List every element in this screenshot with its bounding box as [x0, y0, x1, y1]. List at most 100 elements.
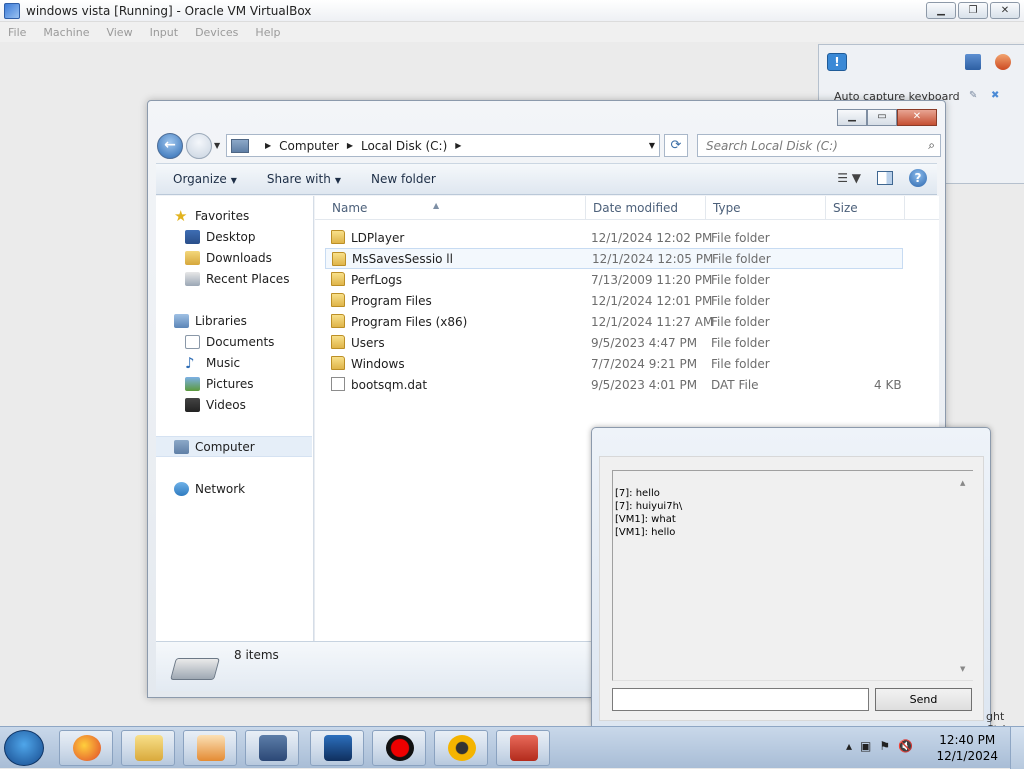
- explorer-minimize-button[interactable]: ▁: [837, 109, 867, 126]
- file-row[interactable]: PerfLogs 7/13/2009 11:20 PM File folder: [325, 269, 903, 290]
- recent-pages-dropdown-icon[interactable]: ▼: [214, 141, 220, 150]
- vbox-titlebar: windows vista [Running] - Oracle VM Virt…: [0, 0, 1024, 22]
- nav-favorites[interactable]: ★ Favorites: [174, 205, 330, 226]
- toolbox-icon: [510, 735, 538, 761]
- file-name: MsSavesSessio ll: [352, 251, 453, 266]
- file-row[interactable]: Program Files 12/1/2024 12:01 PM File fold…: [325, 290, 903, 311]
- taskbar-media-player[interactable]: [183, 730, 237, 766]
- menu-machine[interactable]: Machine: [43, 26, 89, 39]
- chat-message-input[interactable]: [612, 688, 869, 711]
- taskbar-vista-vm[interactable]: [310, 730, 364, 766]
- menu-devices[interactable]: Devices: [195, 26, 238, 39]
- breadcrumb-computer[interactable]: Computer: [279, 139, 339, 153]
- breadcrumb-local-disk[interactable]: Local Disk (C:): [361, 139, 447, 153]
- file-date-modified: 9/5/2023 4:01 PM: [591, 377, 698, 392]
- help-icon[interactable]: ?: [909, 169, 927, 187]
- system-tray[interactable]: ▴▣⚑🔇: [846, 739, 921, 753]
- downloads-icon: [185, 250, 200, 265]
- search-input[interactable]: Search Local Disk (C:) ⌕: [697, 134, 941, 157]
- file-row[interactable]: MsSavesSessio ll 12/1/2024 12:05 PM File f…: [325, 248, 903, 269]
- computer-icon: [174, 439, 189, 454]
- nav-computer[interactable]: Computer: [156, 436, 312, 457]
- file-row[interactable]: Users 9/5/2023 4:47 PM File folder: [325, 332, 903, 353]
- videos-icon: [185, 397, 200, 412]
- chevron-right-icon[interactable]: ▶: [455, 141, 461, 150]
- column-headers: ▲ Name Date modified Type Size: [315, 196, 939, 220]
- menu-file[interactable]: File: [8, 26, 26, 39]
- star-icon: ★: [174, 206, 188, 225]
- address-dropdown-icon[interactable]: ▼: [649, 141, 655, 150]
- file-name: bootsqm.dat: [351, 377, 428, 392]
- file-type: File folder: [711, 335, 770, 350]
- nav-libraries[interactable]: Libraries: [174, 310, 330, 331]
- taskbar-recorder[interactable]: [372, 730, 426, 766]
- taskbar-explorer[interactable]: [121, 730, 175, 766]
- menu-help[interactable]: Help: [255, 26, 280, 39]
- file-date-modified: 7/13/2009 11:20 PM: [591, 272, 713, 287]
- file-name: LDPlayer: [351, 230, 405, 245]
- column-name[interactable]: Name: [332, 201, 367, 215]
- taskbar-toolbox[interactable]: [496, 730, 550, 766]
- file-type: File folder: [712, 251, 771, 266]
- menu-view[interactable]: View: [106, 26, 132, 39]
- chevron-right-icon[interactable]: ▶: [347, 141, 353, 150]
- start-button[interactable]: [4, 730, 44, 766]
- search-icon[interactable]: ⌕: [928, 138, 935, 152]
- taskbar-ldplayer[interactable]: [434, 730, 488, 766]
- file-row[interactable]: Program Files (x86) 12/1/2024 11:27 AM Fil…: [325, 311, 903, 332]
- address-bar[interactable]: ▶ Computer ▶ Local Disk (C:) ▶ ▼: [226, 134, 660, 157]
- column-size[interactable]: Size: [833, 201, 858, 215]
- forward-button[interactable]: [186, 133, 212, 159]
- close-button[interactable]: ✕: [990, 2, 1020, 19]
- change-view-icon[interactable]: ☰ ▼: [837, 171, 861, 185]
- explorer-maximize-button[interactable]: ▭: [867, 109, 897, 126]
- folder-icon: [331, 293, 345, 307]
- record-icon: [386, 735, 414, 761]
- share-with-button[interactable]: Share with ▼: [267, 172, 341, 186]
- organize-button[interactable]: Organize ▼: [173, 172, 237, 186]
- folder-icon: [331, 356, 345, 370]
- network-icon[interactable]: [965, 54, 981, 70]
- recent-places-icon: [185, 271, 200, 286]
- dismiss-message-icon[interactable]: ✖: [991, 90, 999, 101]
- back-button[interactable]: ←: [157, 133, 183, 159]
- firefox-icon: [73, 735, 101, 761]
- show-desktop-button[interactable]: [1010, 727, 1024, 769]
- chat-scrollbar[interactable]: ▲ ▼: [956, 471, 973, 680]
- scroll-down-icon[interactable]: ▼: [960, 663, 965, 676]
- preview-pane-icon[interactable]: [877, 171, 893, 185]
- file-date-modified: 12/1/2024 11:27 AM: [591, 314, 714, 329]
- search-placeholder: Search Local Disk (C:): [706, 139, 838, 153]
- menu-input[interactable]: Input: [150, 26, 178, 39]
- scroll-up-icon[interactable]: ▲: [960, 477, 965, 490]
- file-type: File folder: [711, 314, 770, 329]
- file-size: 4 KB: [874, 377, 902, 392]
- mouse-integration-icon[interactable]: [995, 54, 1011, 70]
- explorer-close-button[interactable]: ✕: [897, 109, 937, 126]
- mute-message-icon[interactable]: ✎: [969, 90, 977, 101]
- chevron-right-icon[interactable]: ▶: [265, 141, 271, 150]
- column-date-modified[interactable]: Date modified: [593, 201, 678, 215]
- file-row[interactable]: Windows 7/7/2024 9:21 PM File folder: [325, 353, 903, 374]
- refresh-button[interactable]: ⟳: [664, 134, 688, 157]
- chat-message: [VM1]: what: [615, 514, 676, 525]
- clock[interactable]: 12:40 PM 12/1/2024: [936, 732, 998, 764]
- file-type: File folder: [711, 230, 770, 245]
- minimize-button[interactable]: ▁: [926, 2, 956, 19]
- column-type[interactable]: Type: [713, 201, 741, 215]
- window-title: windows vista [Running] - Oracle VM Virt…: [26, 3, 312, 18]
- computer-icon: [231, 138, 249, 153]
- file-date-modified: 12/1/2024 12:01 PM: [591, 293, 713, 308]
- file-date-modified: 12/1/2024 12:05 PM: [592, 251, 714, 266]
- nav-network[interactable]: Network: [174, 478, 330, 499]
- file-row[interactable]: bootsqm.dat 9/5/2023 4:01 PM DAT File 4 KB: [325, 374, 903, 395]
- new-folder-button[interactable]: New folder: [371, 172, 436, 186]
- taskbar-virtualbox[interactable]: [245, 730, 299, 766]
- file-date-modified: 12/1/2024 12:02 PM: [591, 230, 713, 245]
- restore-button[interactable]: ❐: [958, 2, 988, 19]
- file-date-modified: 7/7/2024 9:21 PM: [591, 356, 698, 371]
- navigation-row: ← ▼ ▶ Computer ▶ Local Disk (C:) ▶ ▼ ⟳ S…: [156, 131, 941, 161]
- taskbar-firefox[interactable]: [59, 730, 113, 766]
- send-button[interactable]: Send: [875, 688, 972, 711]
- file-row[interactable]: LDPlayer 12/1/2024 12:02 PM File folder: [325, 227, 903, 248]
